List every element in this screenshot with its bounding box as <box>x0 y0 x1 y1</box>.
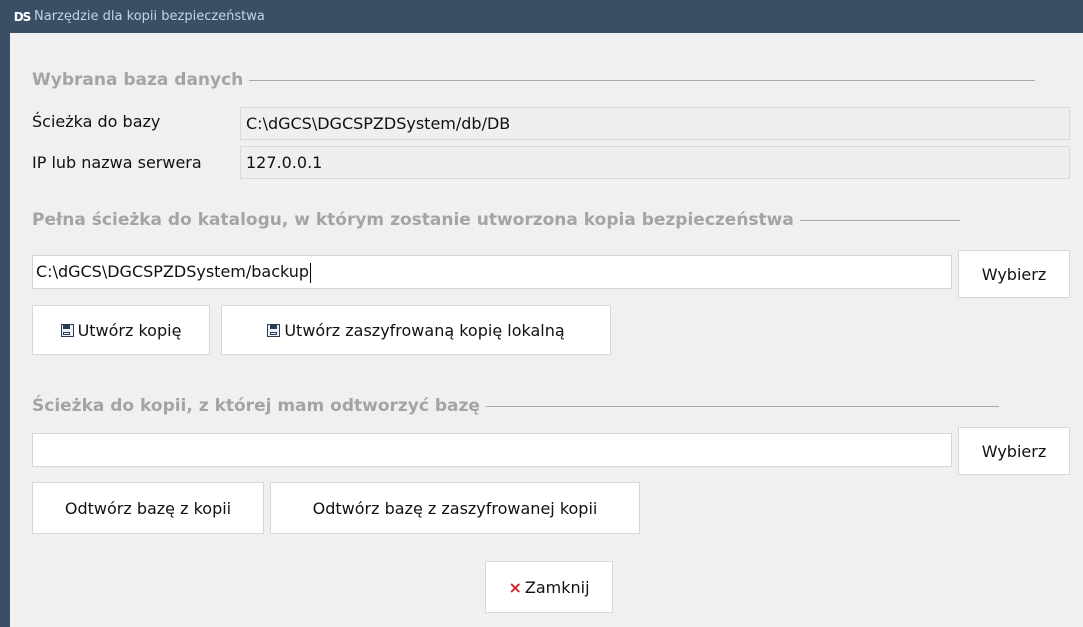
server-label: IP lub nazwa serwera <box>32 153 202 172</box>
restore-section-title: Ścieżka do kopii, z której mam odtworzyć… <box>32 396 999 416</box>
restore-encrypted-label: Odtwórz bazę z zaszyfrowanej kopii <box>312 498 598 518</box>
backup-path-input[interactable]: C:\dGCS\DGCSPZDSystem/backup <box>32 255 952 289</box>
text-caret <box>310 262 312 283</box>
server-field: 127.0.0.1 <box>240 146 1070 179</box>
backup-section-title: Pełna ścieżka do katalogu, w którym zost… <box>32 210 960 230</box>
create-backup-label: Utwórz kopię <box>77 320 182 340</box>
floppy-disk-icon <box>60 323 74 337</box>
backup-tool-window: DS Narzędzie dla kopii bezpieczeństwa Wy… <box>0 0 1083 627</box>
restore-encrypted-button[interactable]: Odtwórz bazę z zaszyfrowanej kopii <box>270 482 640 534</box>
backup-section-label: Pełna ścieżka do katalogu, w którym zost… <box>32 210 794 230</box>
backup-choose-button[interactable]: Wybierz <box>958 250 1070 298</box>
restore-button[interactable]: Odtwórz bazę z kopii <box>32 482 264 534</box>
close-label: Zamknij <box>524 577 590 597</box>
create-encrypted-backup-button[interactable]: Utwórz zaszyfrowaną kopię lokalną <box>221 305 611 355</box>
create-backup-button[interactable]: Utwórz kopię <box>32 305 210 355</box>
db-path-field: C:\dGCS\DGCSPZDSystem/db/DB <box>240 107 1070 140</box>
backup-path-value: C:\dGCS\DGCSPZDSystem/backup <box>36 262 310 281</box>
restore-choose-label: Wybierz <box>981 441 1047 461</box>
section-divider <box>799 219 960 221</box>
app-logo-icon: DS <box>13 9 32 24</box>
window-left-border <box>0 33 10 627</box>
database-section-title: Wybrana baza danych <box>32 70 1036 90</box>
close-button[interactable]: × Zamknij <box>485 561 613 613</box>
create-encrypted-backup-label: Utwórz zaszyfrowaną kopię lokalną <box>284 320 565 340</box>
restore-path-input[interactable] <box>32 433 952 467</box>
window-title: Narzędzie dla kopii bezpieczeństwa <box>34 9 265 24</box>
close-icon: × <box>508 577 522 597</box>
restore-choose-button[interactable]: Wybierz <box>958 427 1070 475</box>
db-path-label: Ścieżka do bazy <box>32 112 161 131</box>
title-bar[interactable]: DS Narzędzie dla kopii bezpieczeństwa <box>0 0 1083 33</box>
floppy-disk-icon <box>267 323 281 337</box>
restore-section-label: Ścieżka do kopii, z której mam odtworzyć… <box>32 396 480 416</box>
section-divider <box>249 79 1036 81</box>
section-divider <box>485 405 999 407</box>
backup-choose-label: Wybierz <box>981 264 1047 284</box>
restore-label: Odtwórz bazę z kopii <box>64 498 232 518</box>
database-section-label: Wybrana baza danych <box>32 70 244 90</box>
